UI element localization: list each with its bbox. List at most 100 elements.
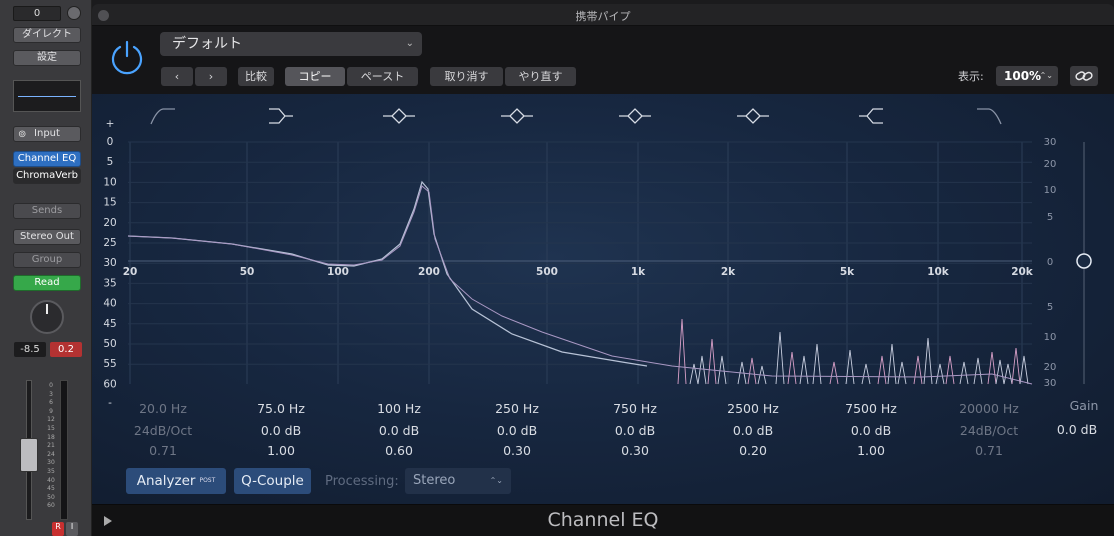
spectrum-spike (829, 361, 839, 385)
processing-select[interactable]: Stereo ⌃⌄ (405, 468, 511, 494)
band-1-gain[interactable]: 24dB/Oct (134, 423, 192, 438)
fader-scale-tick: 3 (49, 390, 53, 398)
peak-readout[interactable]: 0.2 (50, 342, 82, 357)
sends-slot[interactable]: Sends (13, 203, 81, 219)
power-icon[interactable] (108, 38, 146, 76)
automation-mode-button[interactable]: Read (13, 275, 81, 291)
chevron-left-icon: ‹ (174, 70, 180, 83)
band-5-gain[interactable]: 0.0 dB (615, 423, 655, 438)
zoom-selector[interactable]: 100% ⌃⌄ (996, 66, 1058, 86)
processing-value: Stereo (413, 473, 456, 488)
output-slot[interactable]: Stereo Out (13, 229, 81, 245)
band-shape-row (150, 108, 1002, 125)
band-8-frequency[interactable]: 20000 Hz (959, 401, 1019, 416)
eq-graph[interactable]: +051015202530354045505560- 3020105051020… (92, 94, 1114, 504)
next-preset-button[interactable]: › (195, 67, 227, 86)
compare-button[interactable]: 比較 (238, 67, 274, 86)
copy-button[interactable]: コピー (285, 67, 345, 86)
band-7-q[interactable]: 1.00 (857, 443, 885, 458)
plugin-header: デフォルト ⌄ ‹ › 比較 コピー ペースト 取り消す やり直す 表示: 10… (92, 26, 1114, 94)
band-8-shape-icon[interactable] (977, 108, 1002, 125)
freq-tick-label: 20k (1011, 266, 1034, 278)
analyzer-scale-tick: 35 (103, 277, 116, 289)
band-3-q[interactable]: 0.60 (385, 443, 413, 458)
fader-scale-tick: 60 (47, 502, 55, 510)
spectrum-spike (987, 351, 997, 385)
direct-button[interactable]: ダイレクト (13, 27, 81, 43)
band-1-frequency[interactable]: 20.0 Hz (139, 401, 187, 416)
band-2-shape-icon[interactable] (269, 108, 293, 124)
band-4-gain[interactable]: 0.0 dB (497, 423, 537, 438)
band-4-frequency[interactable]: 250 Hz (495, 401, 539, 416)
settings-button[interactable]: 設定 (13, 50, 81, 66)
volume-fader-handle[interactable] (20, 438, 38, 472)
band-6-gain[interactable]: 0.0 dB (733, 423, 773, 438)
band-7-shape-icon[interactable] (859, 108, 883, 124)
pan-knob[interactable] (30, 300, 64, 334)
band-7-frequency[interactable]: 7500 Hz (845, 401, 897, 416)
band-6-shape-icon[interactable] (737, 108, 769, 124)
analyzer-curve-right (127, 185, 1033, 385)
band-5-q[interactable]: 0.30 (621, 443, 649, 458)
band-6-q[interactable]: 0.20 (739, 443, 767, 458)
band-1-shape-icon[interactable] (150, 108, 175, 125)
plugin-slot-channel-eq[interactable]: Channel EQ (13, 151, 81, 167)
input-slot-label: Input (34, 128, 60, 139)
band-2-gain[interactable]: 0.0 dB (261, 423, 301, 438)
plugin-name: Channel EQ (547, 509, 659, 531)
analyzer-post-tag: POST (199, 477, 216, 484)
eq-display[interactable]: +0 5 10 15 20 25 30 35 40 45 50 55 60- 30 20 10 5 0 5 10 20… (92, 94, 1114, 504)
band-2-q[interactable]: 1.00 (267, 443, 295, 458)
link-button[interactable] (1070, 66, 1098, 86)
analyzer-scale-plus: + (106, 118, 115, 130)
eq-thumbnail[interactable] (13, 80, 81, 112)
fader-scale-tick: 50 (47, 493, 55, 501)
window-title: 携帯パイプ (575, 10, 631, 23)
spectrum-spike (913, 355, 923, 385)
group-slot[interactable]: Group (13, 252, 81, 268)
band-1-q[interactable]: 0.71 (149, 443, 177, 458)
q-couple-button[interactable]: Q-Couple (234, 468, 311, 494)
freq-tick-label: 20 (123, 266, 138, 278)
plugin-slot-chromaverb[interactable]: ChromaVerb (13, 168, 81, 184)
fader-scale-tick: 15 (47, 424, 55, 432)
paste-button[interactable]: ペースト (347, 67, 418, 86)
spectrum-spike (717, 355, 727, 385)
fader-scale-tick: 30 (47, 459, 55, 467)
input-knob[interactable] (67, 6, 81, 20)
gain-scale-tick: 20 (1044, 159, 1057, 170)
freq-tick-label: 10k (927, 266, 950, 278)
band-5-shape-icon[interactable] (619, 108, 651, 124)
undo-button[interactable]: 取り消す (430, 67, 503, 86)
band-8-q[interactable]: 0.71 (975, 443, 1003, 458)
band-3-shape-icon[interactable] (383, 108, 415, 124)
eq-bottom-bar: Analyzer POST Q-Couple Processing: Stereo… (92, 464, 1114, 504)
band-5-frequency[interactable]: 750 Hz (613, 401, 657, 416)
band-4-shape-icon[interactable] (501, 108, 533, 124)
analyzer-button[interactable]: Analyzer POST (126, 468, 226, 494)
band-3-gain[interactable]: 0.0 dB (379, 423, 419, 438)
band-4-q[interactable]: 0.30 (503, 443, 531, 458)
input-slot[interactable]: ⊚ Input (13, 126, 81, 142)
gain-scale: 30 20 10 5 0 5 10 20 30 (1044, 137, 1057, 389)
band-6-frequency[interactable]: 2500 Hz (727, 401, 779, 416)
band-parameters: 20.0 Hz 24dB/Oct 0.71 75.0 Hz 0.0 dB 1.00 100 … (134, 401, 1019, 458)
previous-preset-button[interactable]: ‹ (161, 67, 193, 86)
band-8-gain[interactable]: 24dB/Oct (960, 423, 1018, 438)
plugin-footer: Channel EQ (92, 504, 1114, 536)
gain-value[interactable]: 0.0 dB (1057, 422, 1097, 437)
redo-button[interactable]: やり直す (505, 67, 576, 86)
input-value-field[interactable]: 0 (13, 6, 61, 21)
gain-label: Gain (1070, 398, 1099, 413)
freq-tick-label: 50 (240, 266, 255, 278)
preset-menu[interactable]: デフォルト ⌄ (160, 32, 422, 56)
band-2-frequency[interactable]: 75.0 Hz (257, 401, 305, 416)
band-3-frequency[interactable]: 100 Hz (377, 401, 421, 416)
freq-tick-label: 5k (840, 266, 855, 278)
band-7-gain[interactable]: 0.0 dB (851, 423, 891, 438)
gain-slider-handle[interactable] (1076, 253, 1092, 269)
input-monitor-button[interactable]: I (66, 522, 78, 536)
analyzer-scale-tick: 0 (107, 136, 114, 148)
title-bar[interactable]: 携帯パイプ (92, 4, 1114, 26)
record-enable-button[interactable]: R (52, 522, 64, 536)
